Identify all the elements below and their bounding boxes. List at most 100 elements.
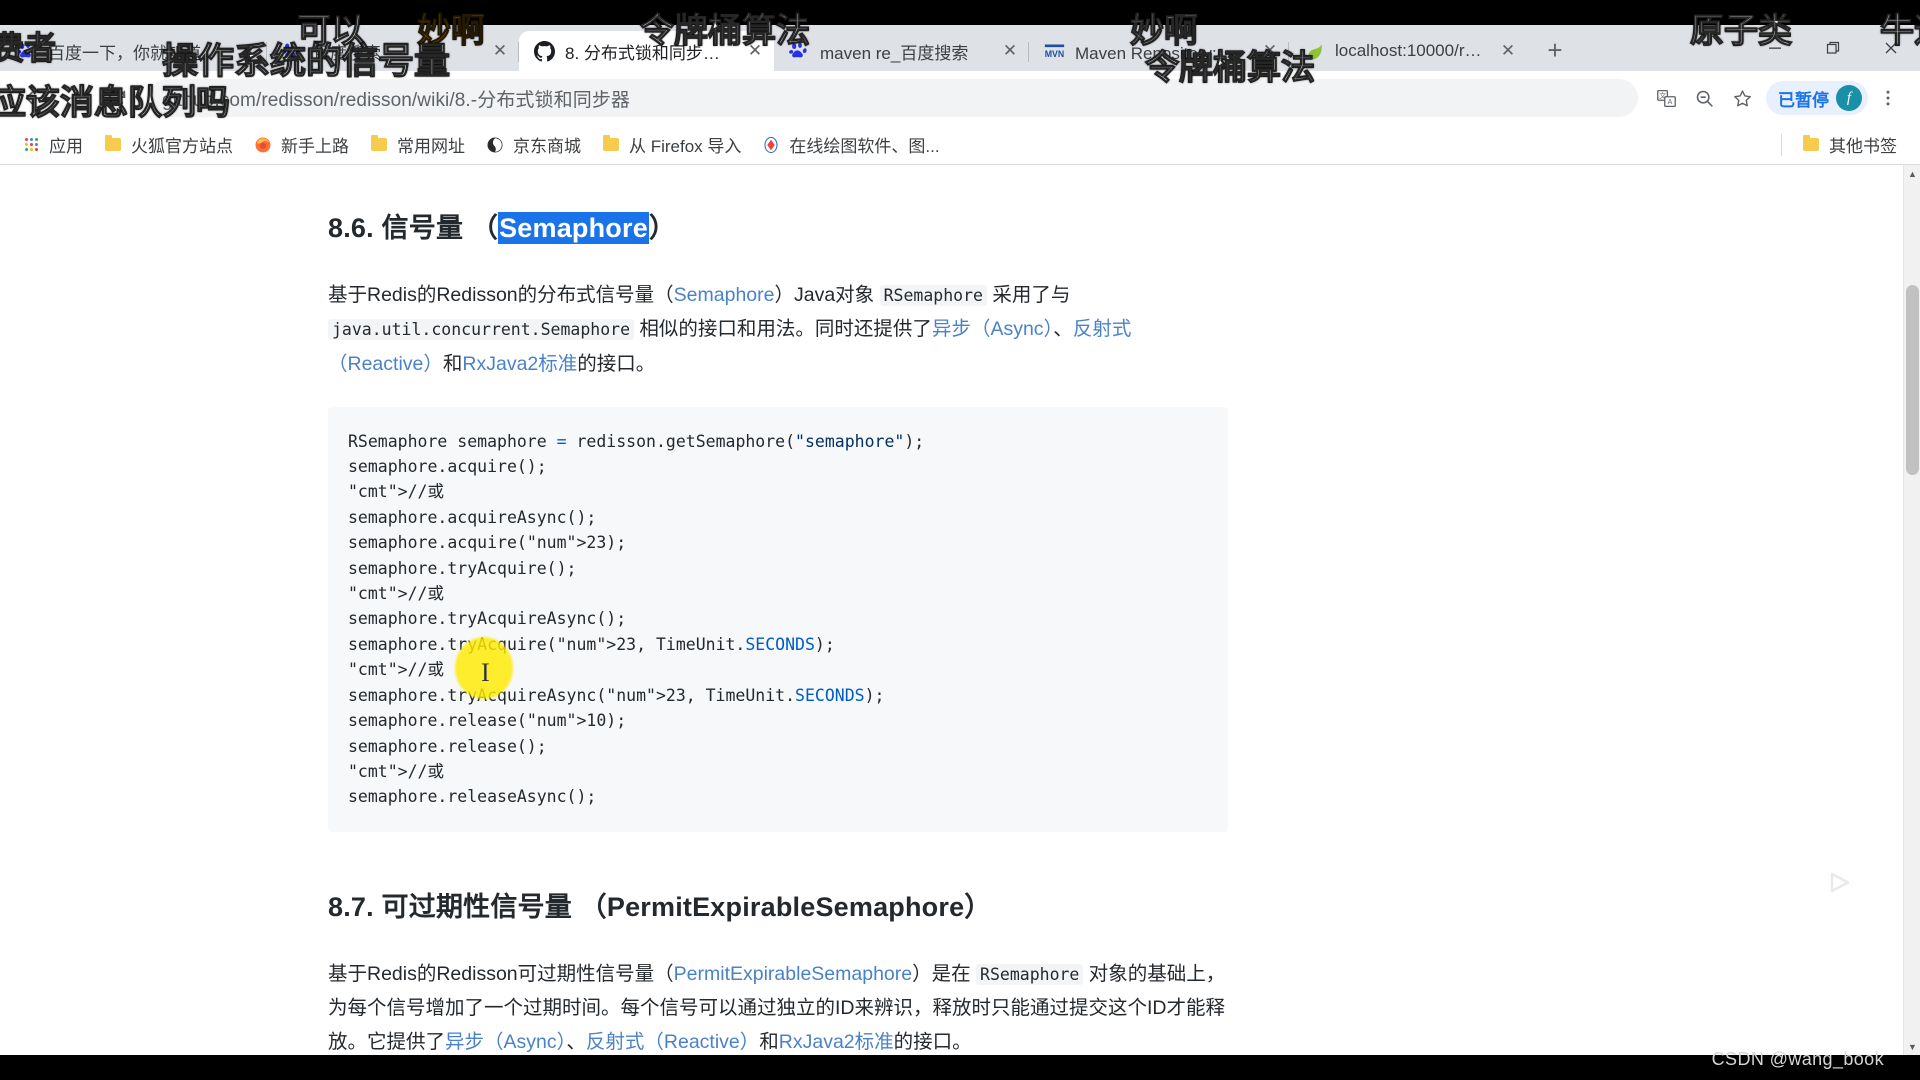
tab-close-icon[interactable]: ✕ xyxy=(487,38,513,64)
folder-icon xyxy=(601,135,621,155)
browser-tab-3[interactable]: maven re_百度搜索 ✕ xyxy=(774,31,1029,71)
translate-icon[interactable]: 文A xyxy=(1648,80,1684,116)
para-text: ）是在 xyxy=(912,962,977,985)
tab-close-icon[interactable]: ✕ xyxy=(1257,38,1283,64)
address-bar[interactable]: github.com/redisson/redisson/wiki/8.-分布式… xyxy=(148,79,1638,117)
para-text: 的接口。 xyxy=(577,352,656,375)
para-text: 相似的接口和用法。同时还提供了 xyxy=(634,318,932,341)
new-tab-button[interactable]: + xyxy=(1537,32,1573,68)
para-text: ）Java对象 xyxy=(774,284,880,307)
wiki-body: 8.6. 信号量 （Semaphore） 基于Redis的Redisson的分布… xyxy=(328,205,1228,1055)
section-8-6-paragraph: 基于Redis的Redisson的分布式信号量（Semaphore）Java对象… xyxy=(328,278,1228,380)
bookmark-label: 常用网址 xyxy=(397,137,465,156)
github-icon xyxy=(533,40,555,62)
baidu-icon xyxy=(16,40,38,62)
tab-close-icon[interactable]: ✕ xyxy=(997,38,1023,64)
screen-root: 百度一下，你就知道 ✕ 百度搜索 ✕ 8. 分布式锁和同步器 · r ✕ mav… xyxy=(0,0,1920,1080)
bookmark-apps[interactable]: 应用 xyxy=(12,128,92,161)
forward-icon[interactable] xyxy=(56,79,94,117)
vertical-scrollbar[interactable]: ▲ ▼ xyxy=(1903,165,1920,1055)
scroll-down-icon[interactable]: ▼ xyxy=(1904,1038,1920,1055)
letterbox-bottom xyxy=(0,1055,1920,1080)
diagram-icon xyxy=(761,135,781,155)
bookmark-item-2[interactable]: 常用网址 xyxy=(360,128,474,161)
close-window-button[interactable] xyxy=(1862,25,1920,71)
bookmark-item-0[interactable]: 火狐官方站点 xyxy=(94,128,242,161)
link-rxjava2[interactable]: RxJava2标准 xyxy=(462,353,577,375)
tab-close-icon[interactable]: ✕ xyxy=(742,38,768,64)
csdn-watermark: CSDN @wang_book xyxy=(1711,1049,1884,1069)
minimize-button[interactable] xyxy=(1746,25,1804,71)
window-controls xyxy=(1746,25,1920,71)
bookmark-item-5[interactable]: 在线绘图软件、图... xyxy=(752,128,948,161)
baidu-icon xyxy=(281,40,303,62)
apps-grid-icon xyxy=(21,135,41,155)
para-text: 的接口。 xyxy=(893,1031,972,1054)
bookmark-label: 应用 xyxy=(49,137,83,156)
tab-title: 百度搜索 xyxy=(313,43,381,63)
toolbar-actions: 文A 已暂停 f xyxy=(1646,80,1906,116)
reload-icon[interactable] xyxy=(98,79,136,117)
browser-tab-2-active[interactable]: 8. 分布式锁和同步器 · r ✕ xyxy=(519,31,774,71)
tab-title: localhost:10000/read xyxy=(1335,41,1489,60)
svg-text:MVN: MVN xyxy=(1044,48,1063,58)
para-text: 和 xyxy=(759,1031,779,1054)
link-permit-expirable-semaphore[interactable]: PermitExpirableSemaphore xyxy=(674,963,912,985)
folder-icon xyxy=(103,135,123,155)
tab-title: maven re_百度搜索 xyxy=(820,43,969,63)
letterbox-top xyxy=(0,0,1920,25)
browser-tab-1[interactable]: 百度搜索 ✕ xyxy=(267,31,519,71)
para-text: 和 xyxy=(442,352,463,375)
svg-text:A: A xyxy=(1667,99,1672,106)
bookmark-item-1[interactable]: 新手上路 xyxy=(244,128,358,161)
tab-close-icon[interactable]: ✕ xyxy=(1495,38,1521,64)
scroll-up-icon[interactable]: ▲ xyxy=(1904,165,1920,182)
back-icon[interactable] xyxy=(14,79,52,117)
paren-close: ） xyxy=(648,213,677,243)
tab-strip: 百度一下，你就知道 ✕ 百度搜索 ✕ 8. 分布式锁和同步器 · r ✕ mav… xyxy=(0,25,1920,71)
profile-status-label: 已暂停 xyxy=(1778,90,1829,110)
bookmarks-divider xyxy=(1781,133,1782,156)
link-semaphore[interactable]: Semaphore xyxy=(674,284,775,306)
maven-icon: MVN xyxy=(1043,40,1065,62)
link-async[interactable]: 异步（Async） xyxy=(445,1031,566,1053)
bookmark-other[interactable]: 其他书签 xyxy=(1792,128,1906,161)
link-rxjava2[interactable]: RxJava2标准 xyxy=(779,1031,894,1053)
folder-icon xyxy=(369,135,389,155)
bookmark-label: 其他书签 xyxy=(1829,137,1897,156)
link-async[interactable]: 异步（Async） xyxy=(932,318,1053,340)
page-viewport: 8.6. 信号量 （Semaphore） 基于Redis的Redisson的分布… xyxy=(0,165,1920,1055)
bookmark-label: 从 Firefox 导入 xyxy=(629,137,742,156)
bookmark-label: 火狐官方站点 xyxy=(131,137,233,156)
link-reactive[interactable]: 反射式（Reactive） xyxy=(586,1031,759,1053)
tab-title: 8. 分布式锁和同步器 · r xyxy=(565,43,736,63)
section-title-en: （PermitExpirableSemaphore） xyxy=(579,891,992,922)
zoom-out-icon[interactable] xyxy=(1686,80,1722,116)
bookmark-item-3[interactable]: 京东商城 xyxy=(476,128,590,161)
scrollbar-thumb[interactable] xyxy=(1906,285,1919,475)
baidu-icon xyxy=(788,40,810,62)
bookmark-label: 京东商城 xyxy=(513,137,581,156)
para-text: 基于Redis的Redisson的分布式信号量（ xyxy=(328,284,674,307)
maximize-restore-button[interactable] xyxy=(1804,25,1862,71)
section-title-cn: 可过期性信号量 xyxy=(381,891,572,922)
inline-code-rsemaphore: RSemaphore xyxy=(879,285,987,307)
bookmark-label: 在线绘图软件、图... xyxy=(789,137,940,156)
tab-close-icon[interactable]: ✕ xyxy=(235,38,261,64)
para-text: 采用了与 xyxy=(986,284,1071,307)
browser-tab-0[interactable]: 百度一下，你就知道 ✕ xyxy=(2,31,267,71)
three-dots-icon[interactable] xyxy=(1870,80,1906,116)
inline-code-jucsemaphore: java.util.concurrent.Semaphore xyxy=(328,319,635,341)
jd-icon xyxy=(485,135,505,155)
tab-title: Maven Repository: 中央仓库 xyxy=(1075,43,1251,63)
wiki-document: 8.6. 信号量 （Semaphore） 基于Redis的Redisson的分布… xyxy=(0,165,1920,1055)
browser-tab-5[interactable]: localhost:10000/read ✕ xyxy=(1289,31,1527,71)
bookmark-item-4[interactable]: 从 Firefox 导入 xyxy=(592,128,750,161)
section-8-7-paragraph: 基于Redis的Redisson可过期性信号量（PermitExpirableS… xyxy=(328,957,1228,1055)
folder-icon xyxy=(1801,135,1821,155)
star-icon[interactable] xyxy=(1724,80,1760,116)
profile-status-chip[interactable]: 已暂停 f xyxy=(1766,81,1868,115)
browser-tab-4[interactable]: MVN Maven Repository: 中央仓库 ✕ xyxy=(1029,31,1289,71)
firefox-icon xyxy=(253,135,273,155)
tab-title: 百度一下，你就知道 xyxy=(48,43,201,63)
